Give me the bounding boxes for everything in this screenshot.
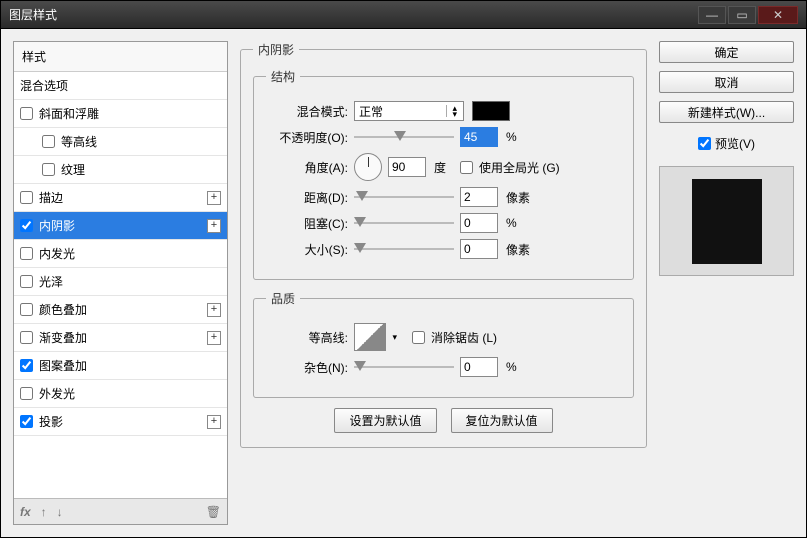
style-item[interactable]: 描边+ [14,184,227,212]
style-checkbox[interactable] [20,331,33,344]
style-checkbox[interactable] [20,415,33,428]
add-icon[interactable]: + [207,415,221,429]
blend-mode-label: 混合模式: [266,103,348,120]
noise-input[interactable]: 0 [460,357,498,377]
style-item[interactable]: 图案叠加 [14,352,227,380]
style-checkbox[interactable] [20,387,33,400]
reset-default-button[interactable]: 复位为默认值 [451,408,553,433]
style-item-label: 光泽 [39,273,221,290]
global-light-checkbox[interactable] [460,161,473,174]
style-item[interactable]: 投影+ [14,408,227,436]
distance-slider[interactable] [354,189,454,205]
contour-label: 等高线: [266,329,348,346]
set-default-button[interactable]: 设置为默认值 [334,408,436,433]
style-checkbox[interactable] [20,191,33,204]
move-down-icon[interactable]: ↓ [57,505,63,519]
blend-mode-select[interactable]: 正常 ▴▾ [354,101,464,121]
add-icon[interactable]: + [207,331,221,345]
distance-label: 距离(D): [266,189,348,206]
size-slider[interactable] [354,241,454,257]
preview-swatch [692,179,762,264]
style-checkbox[interactable] [42,135,55,148]
contour-picker[interactable]: ▾ [354,323,386,351]
panel-title: 内阴影 [253,41,299,58]
layer-style-dialog: 图层样式 — ▭ ✕ 样式 混合选项 斜面和浮雕等高线纹理描边+内阴影+内发光光… [0,0,807,538]
size-label: 大小(S): [266,241,348,258]
choke-slider[interactable] [354,215,454,231]
fx-icon[interactable]: fx [20,505,31,519]
inner-shadow-panel: 内阴影 结构 混合模式: 正常 ▴▾ 不透明度(O): 45 [240,41,647,448]
style-item[interactable]: 外发光 [14,380,227,408]
style-checkbox[interactable] [42,163,55,176]
settings-panel: 内阴影 结构 混合模式: 正常 ▴▾ 不透明度(O): 45 [240,41,647,525]
style-checkbox[interactable] [20,275,33,288]
blending-options[interactable]: 混合选项 [14,72,227,100]
noise-label: 杂色(N): [266,359,348,376]
style-item[interactable]: 等高线 [14,128,227,156]
style-item[interactable]: 光泽 [14,268,227,296]
new-style-button[interactable]: 新建样式(W)... [659,101,794,123]
style-checkbox[interactable] [20,303,33,316]
structure-group: 结构 混合模式: 正常 ▴▾ 不透明度(O): 45 % [253,68,634,280]
antialias-checkbox[interactable] [412,331,425,344]
choke-label: 阻塞(C): [266,215,348,232]
style-item-label: 斜面和浮雕 [39,105,221,122]
style-item[interactable]: 颜色叠加+ [14,296,227,324]
style-item[interactable]: 渐变叠加+ [14,324,227,352]
choke-input[interactable]: 0 [460,213,498,233]
style-item-label: 渐变叠加 [39,329,207,346]
style-item-label: 描边 [39,189,207,206]
size-input[interactable]: 0 [460,239,498,259]
close-button[interactable]: ✕ [758,6,798,24]
add-icon[interactable]: + [207,191,221,205]
opacity-slider[interactable] [354,129,454,145]
preview-box [659,166,794,276]
preview-checkbox[interactable] [698,137,711,150]
chevron-down-icon: ▾ [392,332,397,343]
window-title: 图层样式 [9,6,698,23]
distance-input[interactable]: 2 [460,187,498,207]
style-item-label: 纹理 [61,161,221,178]
preview-label: 预览(V) [715,135,755,152]
style-checkbox[interactable] [20,107,33,120]
ok-button[interactable]: 确定 [659,41,794,63]
style-item[interactable]: 内发光 [14,240,227,268]
minimize-button[interactable]: — [698,6,726,24]
add-icon[interactable]: + [207,219,221,233]
styles-list: 样式 混合选项 斜面和浮雕等高线纹理描边+内阴影+内发光光泽颜色叠加+渐变叠加+… [13,41,228,525]
angle-input[interactable]: 90 [388,157,426,177]
style-checkbox[interactable] [20,219,33,232]
style-item-label: 内发光 [39,245,221,262]
style-checkbox[interactable] [20,359,33,372]
global-light-label: 使用全局光 (G) [479,159,560,176]
style-item-label: 外发光 [39,385,221,402]
styles-footer: fx ↑ ↓ 🗑 [14,498,227,524]
style-item[interactable]: 纹理 [14,156,227,184]
styles-header[interactable]: 样式 [14,42,227,72]
opacity-input[interactable]: 45 [460,127,498,147]
right-panel: 确定 取消 新建样式(W)... 预览(V) [659,41,794,525]
angle-label: 角度(A): [266,159,348,176]
style-item-label: 投影 [39,413,207,430]
style-item-label: 内阴影 [39,217,207,234]
opacity-label: 不透明度(O): [266,129,348,146]
style-checkbox[interactable] [20,247,33,260]
titlebar[interactable]: 图层样式 — ▭ ✕ [1,1,806,29]
noise-slider[interactable] [354,359,454,375]
move-up-icon[interactable]: ↑ [41,505,47,519]
angle-dial[interactable] [354,153,382,181]
antialias-label: 消除锯齿 (L) [431,329,497,346]
style-item-label: 图案叠加 [39,357,221,374]
style-item[interactable]: 内阴影+ [14,212,227,240]
style-item-label: 颜色叠加 [39,301,207,318]
trash-icon[interactable]: 🗑 [206,505,221,519]
chevron-down-icon: ▴▾ [452,105,457,117]
maximize-button[interactable]: ▭ [728,6,756,24]
color-swatch[interactable] [472,101,510,121]
quality-group: 品质 等高线: ▾ 消除锯齿 (L) 杂色(N): 0 % [253,290,634,398]
add-icon[interactable]: + [207,303,221,317]
style-item-label: 等高线 [61,133,221,150]
style-item[interactable]: 斜面和浮雕 [14,100,227,128]
cancel-button[interactable]: 取消 [659,71,794,93]
